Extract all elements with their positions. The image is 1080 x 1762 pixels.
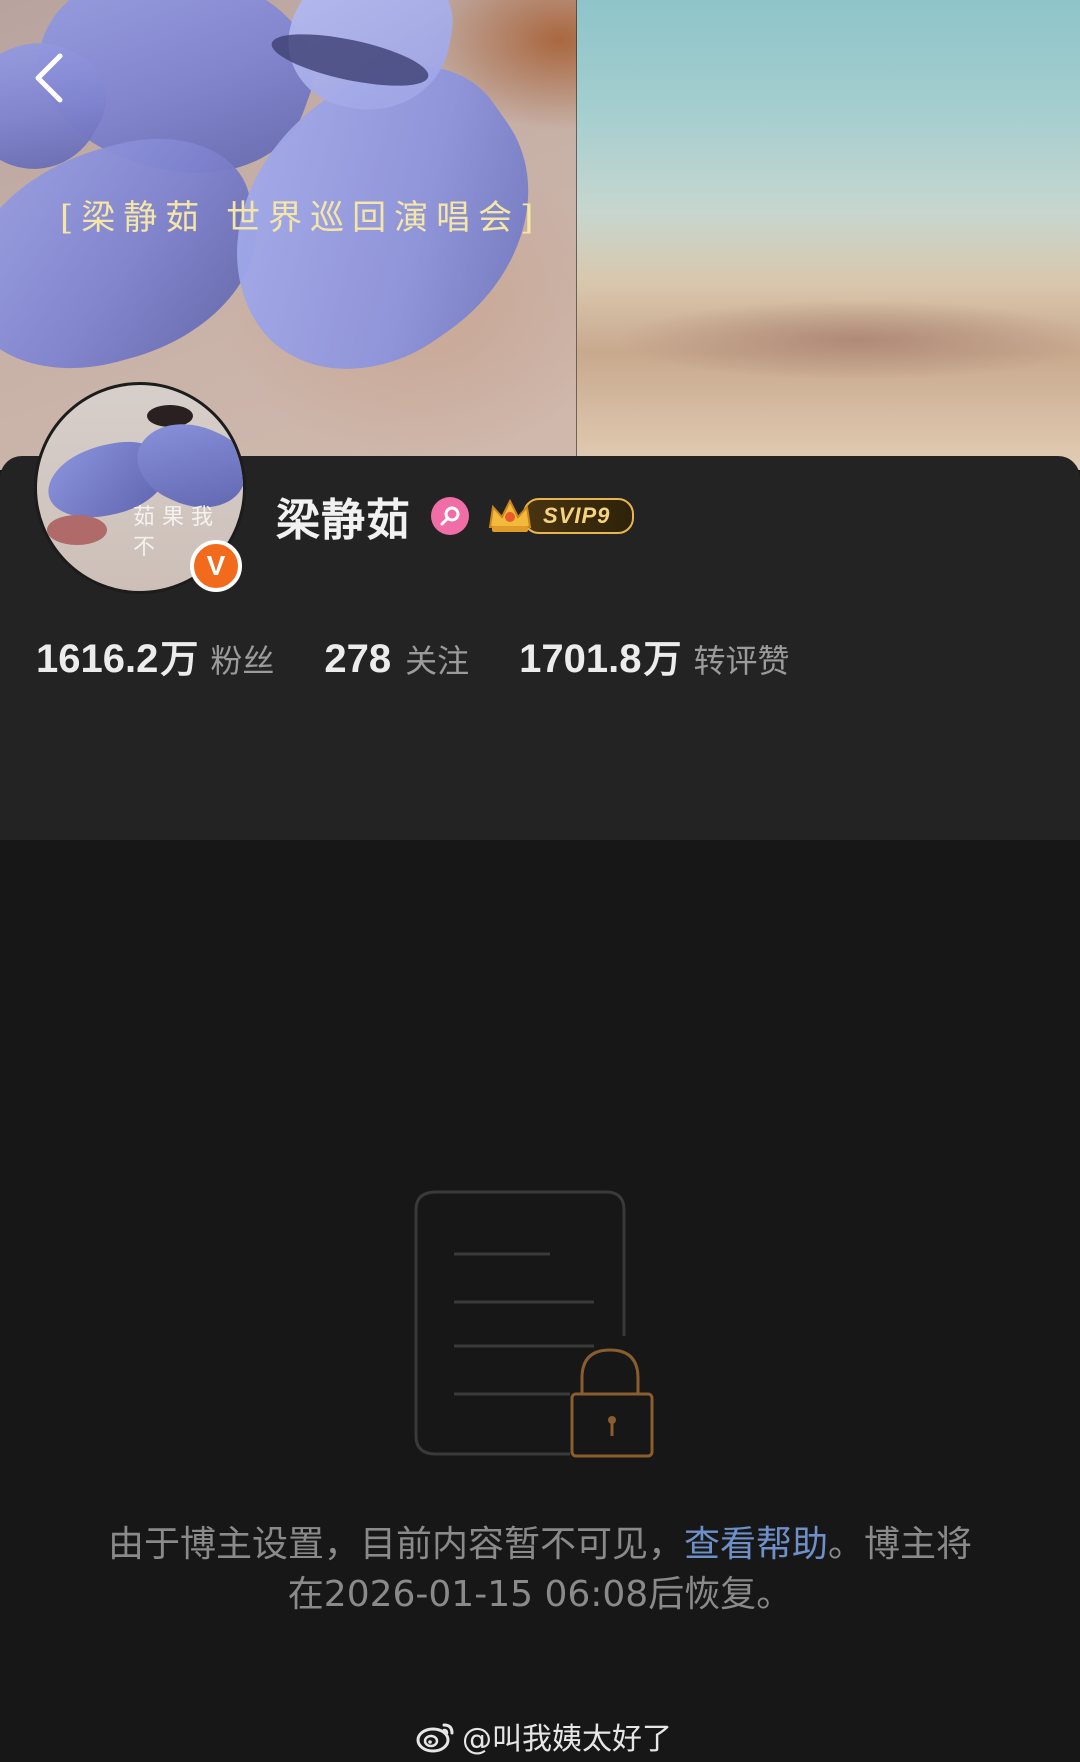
cover-image-right bbox=[577, 0, 1080, 470]
female-icon bbox=[431, 497, 469, 535]
name-row: 梁静茹 SVIP9 bbox=[276, 488, 635, 546]
back-button[interactable] bbox=[28, 50, 76, 106]
watermark-text: @叫我姨太好了 bbox=[462, 1722, 672, 1757]
chevron-left-icon bbox=[35, 53, 63, 103]
watermark: @叫我姨太好了 bbox=[416, 1714, 672, 1758]
stat-label: 转评赞 bbox=[693, 642, 790, 680]
stat-label: 粉丝 bbox=[210, 642, 275, 680]
stat-following[interactable]: 278 关注 bbox=[324, 636, 469, 682]
weibo-icon bbox=[416, 1723, 454, 1753]
locked-message: 由于博主设置，目前内容暂不可见，查看帮助。博主将在2026-01-15 06:0… bbox=[90, 1520, 990, 1620]
stat-label: 关注 bbox=[405, 642, 470, 680]
stat-unit: 万 bbox=[643, 637, 682, 681]
user-name: 梁静茹 bbox=[276, 495, 411, 546]
verified-v-icon: V bbox=[190, 540, 242, 592]
stat-number: 1616.2 bbox=[36, 637, 159, 681]
stat-interactions[interactable]: 1701.8 万 转评赞 bbox=[519, 628, 789, 683]
stat-number: 278 bbox=[324, 637, 392, 681]
crown-icon bbox=[488, 498, 532, 532]
avatar[interactable]: 茹 果 我 不 V bbox=[34, 382, 246, 594]
stat-followers[interactable]: 1616.2 万 粉丝 bbox=[36, 628, 274, 683]
svip-label: SVIP9 bbox=[523, 498, 635, 534]
stats-row: 1616.2 万 粉丝 278 关注 1701.8 万 转评赞 bbox=[36, 628, 840, 683]
stat-number: 1701.8 bbox=[519, 637, 642, 681]
locked-message-text: 由于博主设置，目前内容暂不可见， bbox=[107, 1524, 684, 1565]
help-link[interactable]: 查看帮助 bbox=[684, 1524, 828, 1565]
cover-title: [梁静茹 世界巡回演唱会] bbox=[60, 198, 542, 238]
stat-unit: 万 bbox=[160, 637, 199, 681]
locked-document-icon bbox=[414, 1190, 654, 1458]
svip-badge[interactable]: SVIP9 bbox=[487, 495, 635, 537]
